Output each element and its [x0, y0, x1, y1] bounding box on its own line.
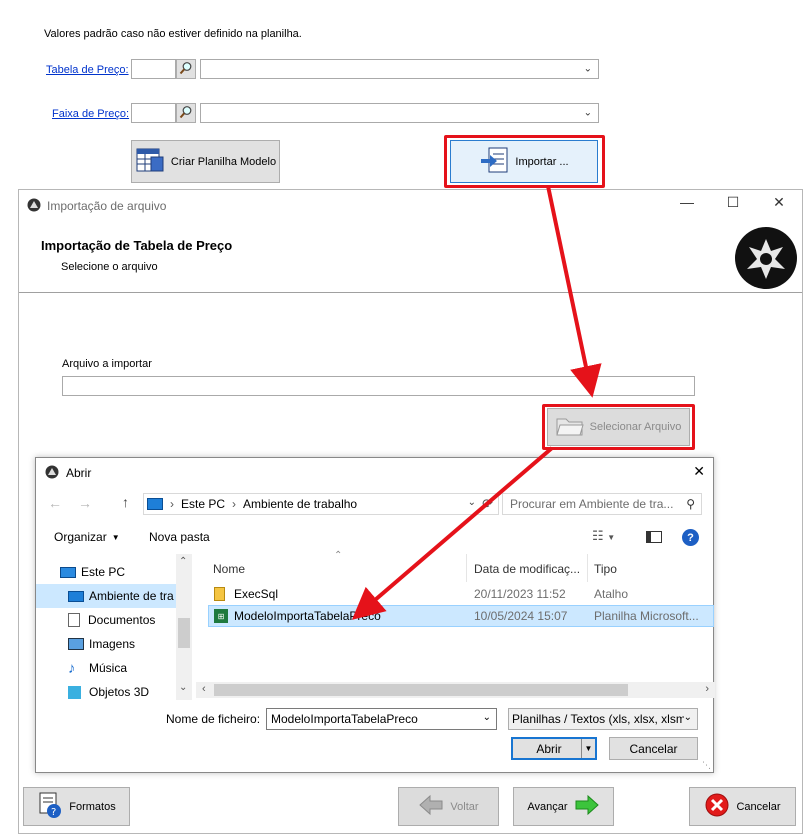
- annotation-arrows: [351, 185, 602, 620]
- svg-text:?: ?: [51, 807, 56, 818]
- right-arrow-icon: [574, 794, 600, 819]
- avancar-button[interactable]: Avançar: [513, 787, 614, 826]
- cancelar-label: Cancelar: [736, 800, 781, 813]
- voltar-label: Voltar: [450, 800, 479, 813]
- formatos-button[interactable]: ? Formatos: [23, 787, 130, 826]
- formatos-label: Formatos: [69, 800, 116, 813]
- arrow-importar-to-select: [546, 185, 602, 398]
- avancar-label: Avançar: [527, 800, 568, 813]
- arrow-select-to-file: [351, 446, 554, 620]
- voltar-button[interactable]: Voltar: [398, 787, 499, 826]
- cancel-icon: [704, 792, 730, 821]
- help-document-icon: ?: [37, 791, 63, 822]
- left-arrow-icon: [418, 794, 444, 819]
- cancelar-button[interactable]: Cancelar: [689, 787, 796, 826]
